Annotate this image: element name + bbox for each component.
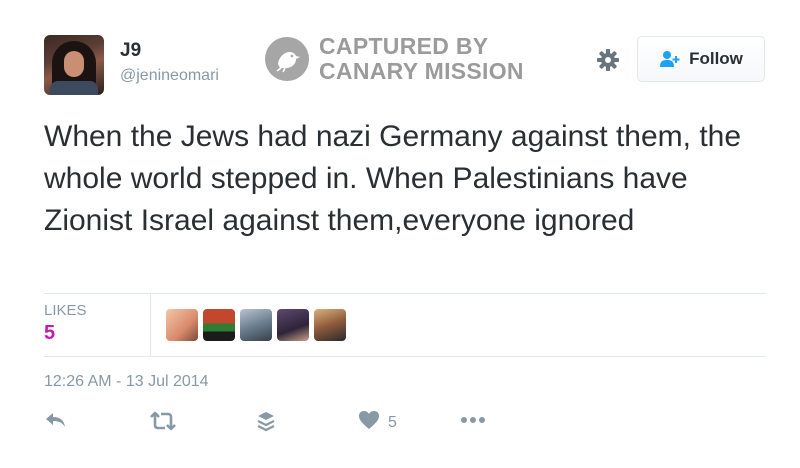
watermark-line-1: CAPTURED BY xyxy=(319,33,489,59)
tweet-stats: LIKES 5 xyxy=(44,293,766,357)
liker-avatar[interactable] xyxy=(277,309,309,341)
watermark: CAPTURED BY CANARY MISSION xyxy=(265,34,524,84)
more-icon xyxy=(460,410,486,435)
avatar-shirt xyxy=(50,81,98,95)
watermark-text: CAPTURED BY CANARY MISSION xyxy=(319,34,524,84)
follow-button[interactable]: Follow xyxy=(637,36,765,82)
retweet-icon xyxy=(148,410,178,437)
liker-avatar[interactable] xyxy=(166,309,198,341)
heart-icon xyxy=(358,410,380,435)
layers-icon xyxy=(256,410,276,437)
user-name[interactable]: J9 xyxy=(120,40,141,62)
canary-logo-icon xyxy=(265,37,309,81)
avatar-face xyxy=(64,51,84,77)
reply-icon xyxy=(44,410,68,435)
reply-button[interactable] xyxy=(44,410,68,435)
liker-avatar[interactable] xyxy=(203,309,235,341)
watermark-line-2: CANARY MISSION xyxy=(319,58,524,84)
gear-icon[interactable] xyxy=(596,48,620,72)
liker-avatar[interactable] xyxy=(240,309,272,341)
add-user-icon xyxy=(659,50,681,68)
like-count: 5 xyxy=(388,413,397,431)
retweet-button[interactable] xyxy=(148,410,178,437)
follow-button-label: Follow xyxy=(689,49,743,68)
more-button[interactable] xyxy=(460,410,486,435)
like-button[interactable]: 5 xyxy=(358,410,397,435)
avatar[interactable] xyxy=(44,35,104,95)
liker-avatar[interactable] xyxy=(314,309,346,341)
tweet-text: When the Jews had nazi Germany against t… xyxy=(44,120,742,237)
liker-avatars xyxy=(166,309,351,341)
likes-label[interactable]: LIKES xyxy=(44,302,87,319)
user-handle[interactable]: @jenineomari xyxy=(120,67,219,85)
stats-divider xyxy=(150,294,151,356)
layers-button[interactable] xyxy=(256,410,276,437)
tweet-timestamp[interactable]: 12:26 AM - 13 Jul 2014 xyxy=(44,373,209,391)
likes-count[interactable]: 5 xyxy=(44,322,55,345)
